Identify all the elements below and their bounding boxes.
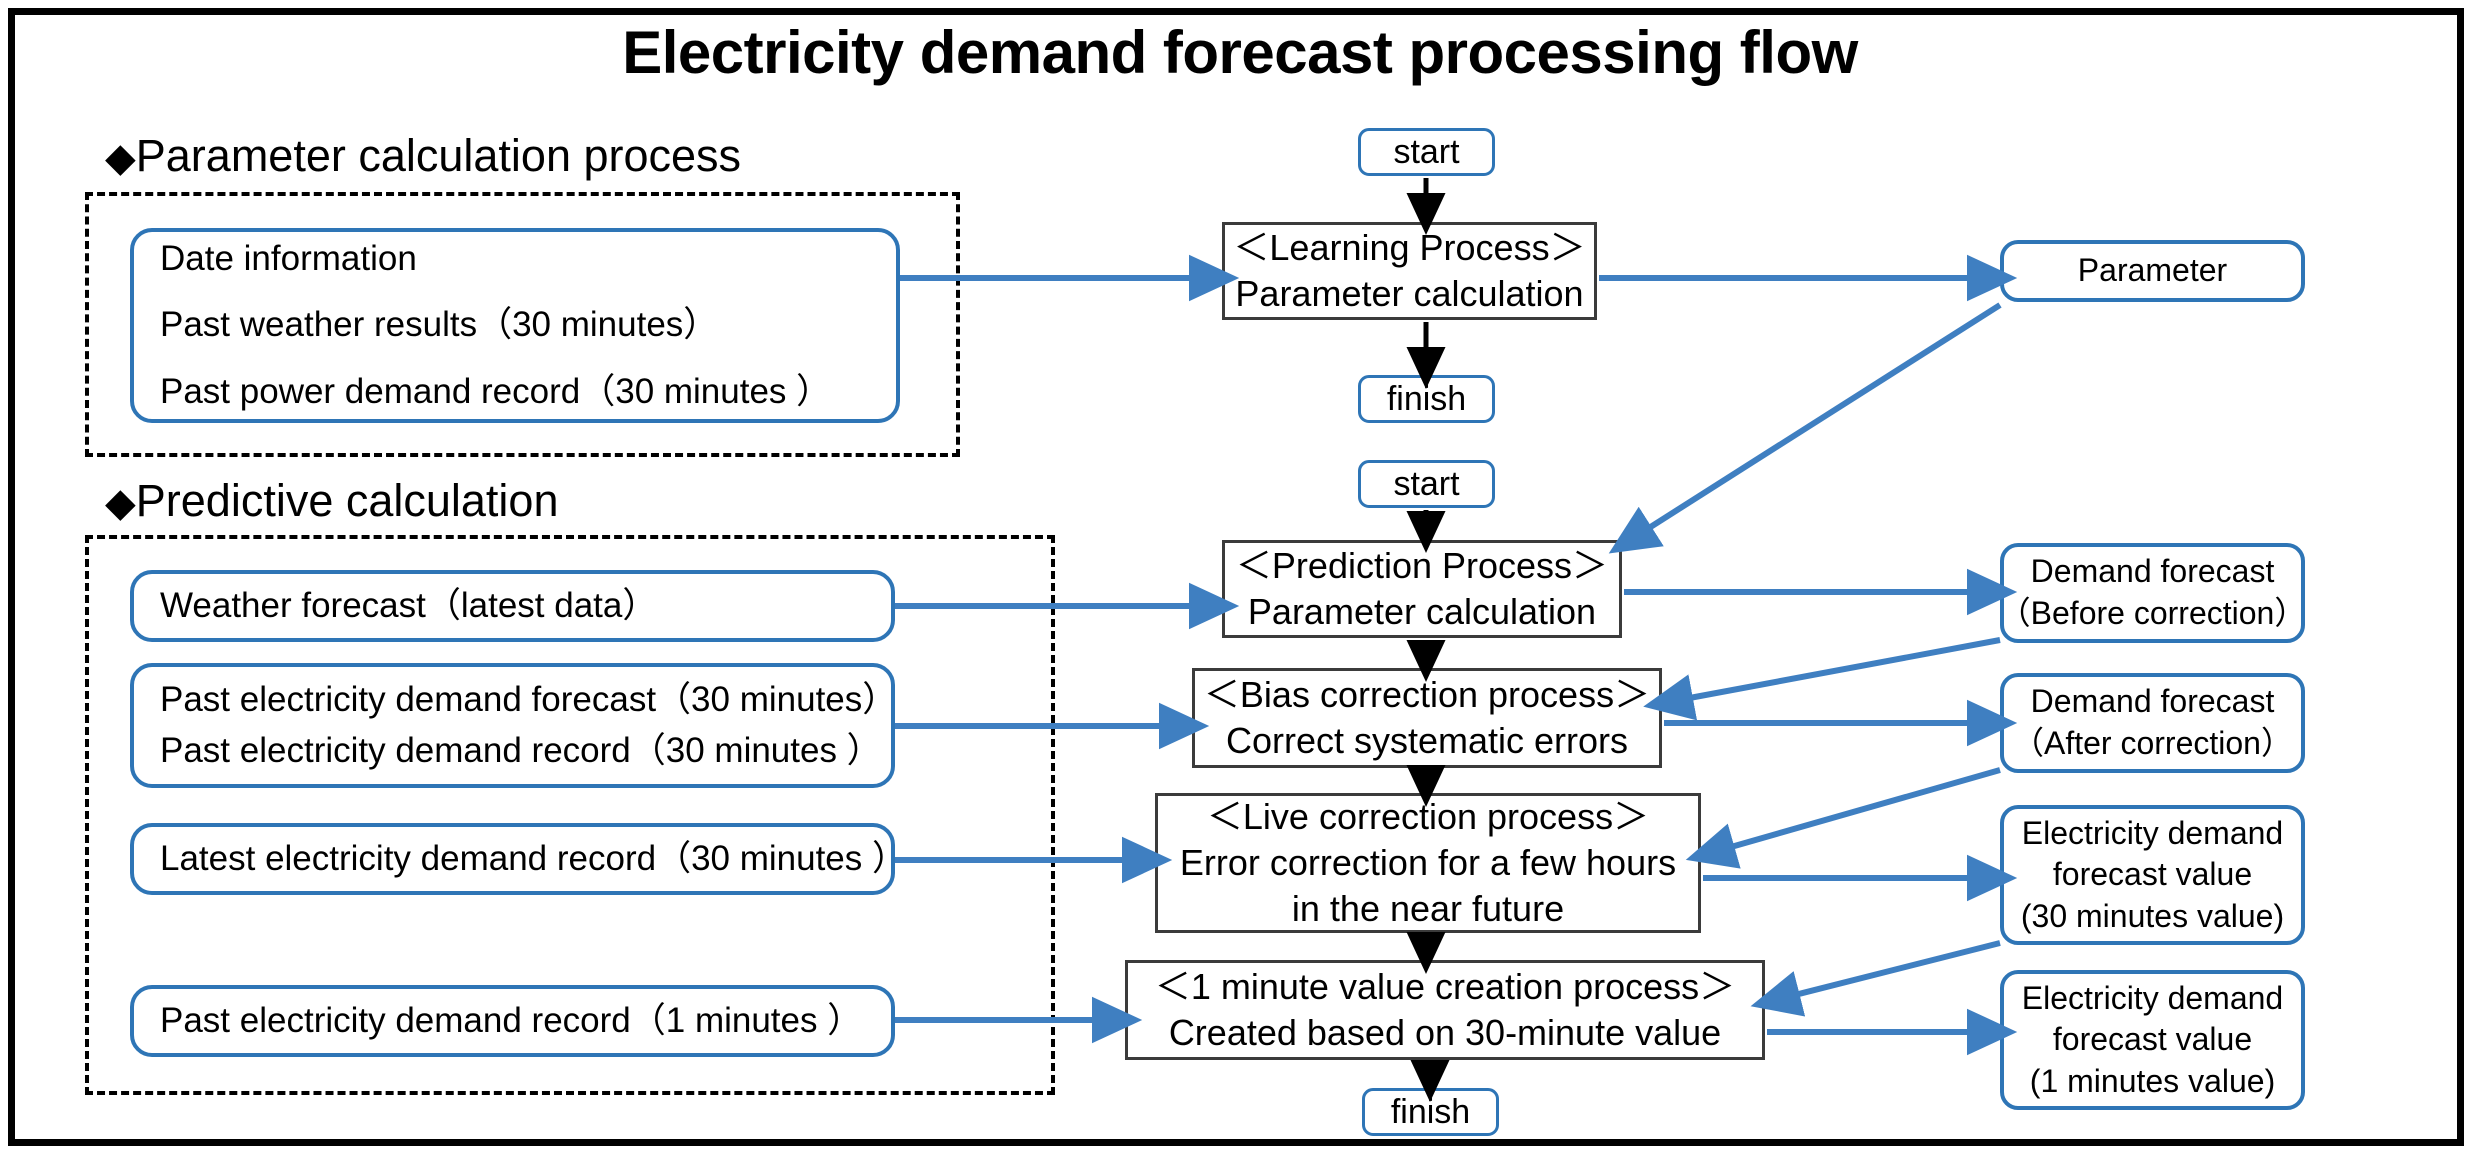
- output-line: Demand forecast: [2030, 553, 2275, 590]
- process-line: ＜Bias correction process＞: [1203, 673, 1651, 715]
- output-line: forecast value: [2052, 1021, 2253, 1058]
- section-heading-parameter: ◆Parameter calculation process: [105, 130, 741, 182]
- input-box-parameter-sources[interactable]: Date information Past weather results（30…: [130, 228, 900, 423]
- process-line: in the near future: [1291, 888, 1565, 930]
- input-line: Past weather results（30 minutes）: [160, 305, 719, 345]
- diagram-canvas: Electricity demand forecast processing f…: [0, 0, 2480, 1162]
- process-line: Parameter calculation: [1235, 273, 1584, 314]
- process-box-bias-correction[interactable]: ＜Bias correction process＞ Correct system…: [1192, 668, 1662, 768]
- input-box-past-demand-forecast-record[interactable]: Past electricity demand forecast（30 minu…: [130, 663, 898, 788]
- input-line: Latest electricity demand record（30 minu…: [160, 838, 907, 878]
- output-line: Electricity demand: [2021, 814, 2284, 851]
- process-box-prediction[interactable]: ＜Prediction Process＞ Parameter calculati…: [1222, 540, 1622, 638]
- process-line: Error correction for a few hours: [1179, 841, 1677, 883]
- output-line: (1 minutes value): [2029, 1062, 2276, 1099]
- terminal-start-learning[interactable]: start: [1358, 128, 1495, 176]
- output-box-demand-forecast-before[interactable]: Demand forecast （Before correction）: [1998, 543, 2307, 643]
- process-line: ＜Prediction Process＞: [1235, 544, 1609, 586]
- process-line: Parameter calculation: [1247, 591, 1597, 632]
- output-line: Demand forecast: [2030, 683, 2275, 720]
- process-line: ＜Learning Process＞: [1233, 226, 1586, 268]
- output-line: （Before correction）: [1998, 595, 2307, 631]
- output-box-forecast-value-1min[interactable]: Electricity demand forecast value (1 min…: [2000, 970, 2305, 1110]
- input-box-latest-demand-record[interactable]: Latest electricity demand record（30 minu…: [130, 823, 907, 895]
- output-box-demand-forecast-after[interactable]: Demand forecast （After correction）: [2000, 673, 2305, 773]
- section-heading-predictive: ◆Predictive calculation: [105, 475, 558, 527]
- terminal-label: start: [1393, 132, 1460, 171]
- process-line: Created based on 30-minute value: [1168, 1012, 1722, 1053]
- output-line: Parameter: [2077, 252, 2228, 289]
- process-line: Correct systematic errors: [1225, 720, 1629, 761]
- section-heading-parameter-label: Parameter calculation process: [135, 130, 742, 181]
- diamond-bullet-icon: ◆: [105, 481, 136, 525]
- input-line: Past power demand record（30 minutes ）: [160, 371, 832, 411]
- input-box-weather-forecast[interactable]: Weather forecast（latest data）: [130, 570, 895, 642]
- output-line: Electricity demand: [2021, 979, 2284, 1016]
- terminal-finish-prediction[interactable]: finish: [1362, 1088, 1499, 1136]
- diamond-bullet-icon: ◆: [105, 136, 136, 180]
- process-box-live-correction[interactable]: ＜Live correction process＞ Error correcti…: [1155, 793, 1701, 933]
- process-line: ＜1 minute value creation process＞: [1154, 965, 1736, 1007]
- process-line: ＜Live correction process＞: [1206, 795, 1650, 837]
- output-line: (30 minutes value): [2020, 897, 2285, 934]
- input-line: Past electricity demand record（30 minute…: [160, 730, 882, 770]
- terminal-label: start: [1393, 464, 1460, 503]
- input-box-past-demand-record-1min[interactable]: Past electricity demand record（1 minutes…: [130, 985, 895, 1057]
- section-heading-predictive-label: Predictive calculation: [135, 475, 559, 526]
- process-box-learning[interactable]: ＜Learning Process＞ Parameter calculation: [1222, 222, 1597, 320]
- page-title: Electricity demand forecast processing f…: [622, 19, 1858, 86]
- input-line: Weather forecast（latest data）: [160, 585, 658, 625]
- output-line: （After correction）: [2012, 725, 2293, 761]
- output-line: forecast value: [2052, 856, 2253, 893]
- input-line: Date information: [160, 238, 417, 278]
- process-box-1min-creation[interactable]: ＜1 minute value creation process＞ Create…: [1125, 960, 1765, 1060]
- input-line: Past electricity demand record（1 minutes…: [160, 1000, 863, 1040]
- output-box-forecast-value-30min[interactable]: Electricity demand forecast value (30 mi…: [2000, 805, 2305, 945]
- output-box-parameter[interactable]: Parameter: [2000, 240, 2305, 302]
- terminal-start-prediction[interactable]: start: [1358, 460, 1495, 508]
- terminal-label: finish: [1390, 1092, 1471, 1131]
- terminal-finish-learning[interactable]: finish: [1358, 375, 1495, 423]
- terminal-label: finish: [1386, 379, 1467, 418]
- input-line: Past electricity demand forecast（30 minu…: [160, 679, 898, 719]
